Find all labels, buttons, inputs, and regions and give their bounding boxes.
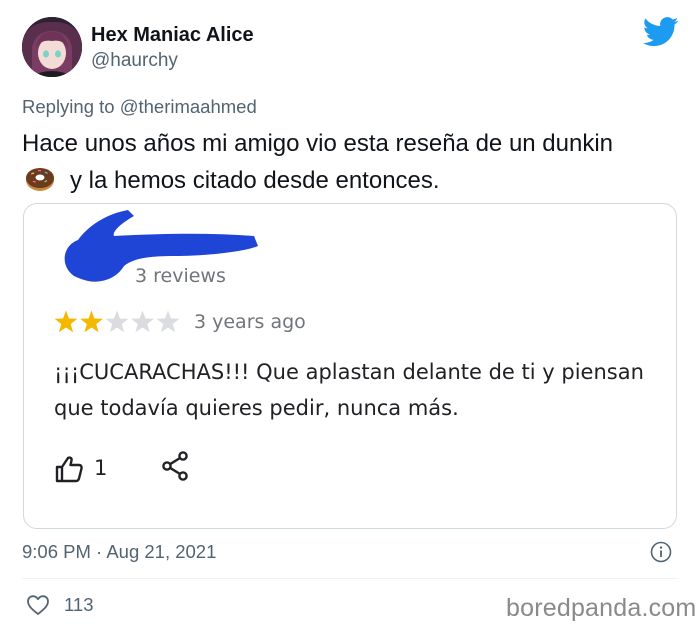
star-empty-icon (105, 310, 129, 333)
review-text: ¡¡¡CUCARACHAS!!! Que aplastan delante de… (54, 360, 644, 420)
reviews-count: 3 reviews (135, 265, 226, 287)
replying-to-mention[interactable]: @therimaahmed (120, 96, 257, 117)
share-icon[interactable] (161, 451, 189, 481)
tweet-text-line1: Hace unos años mi amigo vio esta reseña … (22, 130, 614, 157)
review-card: 3 reviews 3 years ago ¡¡¡CUCARACHAS!!! Q… (23, 203, 677, 529)
info-icon[interactable] (650, 541, 672, 563)
avatar[interactable] (22, 17, 82, 77)
star-rating (54, 310, 180, 333)
star-empty-icon (156, 310, 180, 333)
author-name[interactable]: Hex Maniac Alice (91, 24, 254, 47)
author-handle[interactable]: @haurchy (91, 50, 178, 72)
like-total: 113 (64, 594, 94, 615)
star-filled-icon (54, 310, 78, 333)
star-empty-icon (131, 310, 154, 333)
watermark: boredpanda.com (506, 594, 697, 622)
divider (22, 578, 678, 579)
review-age: 3 years ago (194, 311, 306, 333)
tweet-text: Hace unos años mi amigo vio esta reseña … (22, 126, 682, 199)
heart-icon[interactable] (26, 594, 50, 616)
review-like-count: 1 (94, 456, 108, 480)
replying-to-label: Replying to (22, 96, 115, 117)
tweet-timestamp[interactable]: 9:06 PM · Aug 21, 2021 (22, 541, 216, 563)
star-filled-icon (80, 310, 103, 333)
twitter-bird-icon (643, 17, 679, 47)
tweet-text-line2: y la hemos citado desde entonces. (70, 167, 440, 194)
donut-emoji-icon (26, 168, 54, 191)
replying-to: Replying to @therimaahmed (22, 96, 257, 118)
tweet-screenshot: Hex Maniac Alice @haurchy Replying to @t… (0, 0, 700, 634)
thumbs-up-icon[interactable] (54, 454, 84, 484)
